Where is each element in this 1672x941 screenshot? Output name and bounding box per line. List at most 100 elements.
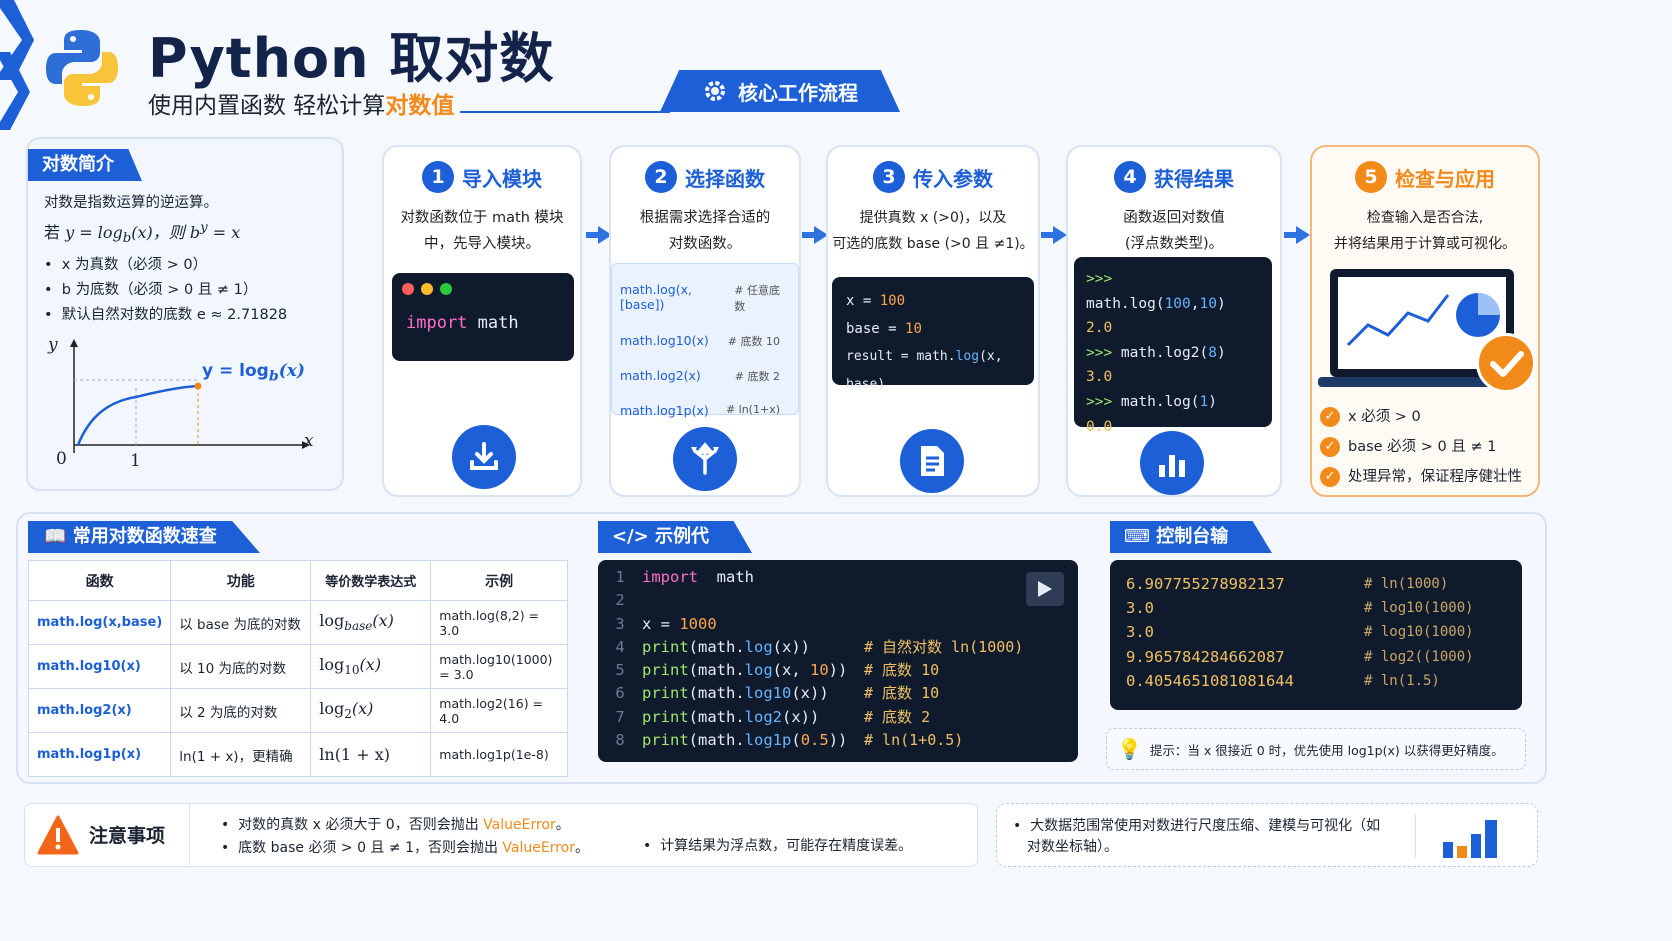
step-title: 检查与应用: [1395, 166, 1495, 191]
code-line: 5 print(math.log(x, 10)) # 底数 10: [615, 661, 940, 680]
step-result: 4 获得结果 函数返回对数值 (浮点数类型)。 >>> math.log(100,1…: [1066, 145, 1282, 497]
chevron-decoration: [0, 0, 34, 130]
function-list-item: math.log2(x) # 底数 2: [620, 368, 780, 383]
notes-list: • 对数的真数 x 必须大于 0，否则会抛出 ValueError。 • 底数 …: [221, 814, 589, 860]
intro-bullet: • 默认自然对数的底数 e ≈ 2.71828: [44, 307, 288, 323]
result-console: >>> math.log(100,10) 2.0 >>> math.log2(8…: [1074, 257, 1272, 435]
terminal-icon: ⌨: [1124, 526, 1150, 547]
log-curve-graph: [70, 339, 310, 453]
subtitle-highlight: 对数值: [385, 93, 455, 119]
console-title: ⌨ 控制台输出: [1110, 521, 1272, 553]
example-code-editor: 1 import math 2 3 x = 1000 4 print(math.log(x)…: [598, 560, 1078, 762]
table-row: math.log(x,base) 以 base 为底的对数 logbase(x) ma…: [27, 600, 568, 645]
checkmark-icon: [1476, 333, 1536, 393]
bar-chart-icon: [1443, 820, 1497, 858]
function-list: math.log(x,[base]) # 任意底数 math.log10(x) # …: [611, 263, 799, 418]
console-row: 6.907755278982137 # ln(1000): [1126, 575, 1449, 593]
function-list-item: math.log1p(x) # ln(1+x): [620, 403, 780, 418]
flow-arrow: [1284, 226, 1310, 244]
warning-icon: [37, 815, 79, 854]
code-line: 3x = 1000: [615, 614, 717, 633]
function-list-item: math.log(x,[base]) # 任意底数: [620, 282, 781, 313]
step-title: 导入模块: [462, 166, 542, 191]
step-title: 选择函数: [685, 166, 765, 191]
console-row: 3.0 # log10(1000): [1126, 599, 1474, 618]
quick-table-title: 📖 常用对数函数速查表: [28, 521, 260, 553]
page-title: Python 取对数: [148, 27, 555, 90]
step-import: 1 导入模块 对数函数位于 math 模块 中，先导入模块。 import math: [382, 145, 582, 497]
x-tick-label: 1: [130, 451, 141, 471]
notes-header: 注意事项: [25, 804, 190, 865]
tip-text: 提示：当 x 很接近 0 时，优先使用 log1p(x) 以获得更好精度。: [1149, 742, 1504, 758]
subtitle-text: 使用内置函数 轻松计算: [148, 93, 386, 119]
table-header-row: 函数 功能 等价数学表达式 示例: [27, 560, 568, 601]
note-item: • 底数 base 必须 > 0 且 ≠ 1，否则会抛出 ValueError。: [221, 840, 589, 856]
check-item: ✓ 处理异常，保证程序健壮性: [1320, 462, 1522, 492]
check-icon: ✓: [1320, 437, 1340, 457]
code-line: 6 print(math.log10(x)) # 底数 10: [615, 684, 940, 703]
table-row: math.log10(x) 以 10 为底的对数 log10(x) math.log1…: [27, 644, 568, 689]
step-choose: 2 选择函数 根据需求选择合适的 对数函数。 math.log(x,[base]) #…: [609, 145, 801, 497]
code-line: 4 print(math.log(x)) # 自然对数 ln(1000): [615, 637, 1024, 656]
function-list-item: math.log10(x) # 底数 10: [620, 333, 780, 348]
page-subtitle: 使用内置函数 轻松计算对数值: [148, 86, 454, 120]
notes-title: 注意事项: [89, 825, 166, 847]
code-line: 7 print(math.log2(x)) # 底数 2: [615, 707, 931, 726]
code-icon: </>: [612, 526, 649, 547]
check-icon: ✓: [1320, 467, 1340, 487]
lightbulb-icon: 💡: [1117, 737, 1142, 761]
table-row: math.log1p(x) ln(1 + x)，更精确 ln(1 + x) math.…: [27, 732, 568, 777]
check-item: ✓ base 必须 > 0 且 ≠ 1: [1320, 432, 1522, 462]
step-title: 传入参数: [913, 166, 993, 191]
bar-chart-icon: [1140, 431, 1204, 495]
intro-line1: 对数是指数运算的逆运算。: [44, 195, 218, 211]
intro-bullets: • x 为真数（必须 > 0） • b 为底数（必须 > 0 且 ≠ 1） • …: [44, 253, 287, 328]
code-line: 1 import math: [615, 568, 754, 586]
step-title: 获得结果: [1154, 166, 1234, 191]
console-row: 3.0 # log10(1000): [1126, 623, 1474, 642]
console-row: 9.965784284662087 # log2((1000): [1126, 647, 1474, 666]
step-number: 1: [422, 161, 454, 193]
import-code-window: import math: [392, 273, 574, 361]
step-params: 3 传入参数 提供真数 x (>0)，以及 可选的底数 base (>0 且 ≠1)…: [826, 145, 1040, 497]
curve-label: y = logb(x): [202, 361, 305, 385]
gear-icon: [705, 81, 725, 101]
python-logo-icon: [46, 30, 118, 106]
window-dots: [392, 273, 574, 305]
note-item: • 计算结果为浮点数，可能存在精度误差。: [643, 838, 913, 854]
code-line: 8 print(math.log1p(0.5)) # ln(1+0.5): [615, 731, 964, 750]
workflow-tab: 核心工作流程: [660, 70, 900, 112]
y-axis-label: y: [48, 335, 58, 355]
intro-bullet: • b 为底数（必须 > 0 且 ≠ 1）: [44, 282, 258, 298]
table-row: math.log2(x) 以 2 为底的对数 log2(x) math.log2(16…: [27, 688, 568, 733]
intro-title: 对数简介: [28, 149, 142, 181]
check-icon: ✓: [1320, 407, 1340, 427]
note-item: • 对数的真数 x 必须大于 0，否则会抛出 ValueError。: [221, 817, 570, 833]
x-axis-label: x: [304, 431, 314, 451]
note-item: • 大数据范围常使用对数进行尺度压缩、建模与可视化（如 对数坐标轴）。: [1013, 818, 1381, 855]
play-icon: [1038, 581, 1052, 597]
example-title: </> 示例代码: [598, 521, 752, 553]
origin-label: 0: [56, 449, 67, 469]
console-output: 6.907755278982137 # ln(1000) 3.0 # log10(1…: [1110, 560, 1522, 710]
split-arrows-icon: [673, 427, 737, 491]
params-code-window: x = 100 base = 10 result = math.log(x, b…: [832, 277, 1034, 392]
code-line: 2: [615, 591, 625, 610]
bigdata-note: • 大数据范围常使用对数进行尺度压缩、建模与可视化（如 对数坐标轴）。: [996, 803, 1538, 867]
check-list: ✓ x 必须 > 0 ✓ base 必须 > 0 且 ≠ 1 ✓ 处理异常，保证程序健…: [1320, 402, 1522, 492]
step-check: 5 检查与应用 检查输入是否合法, 并将结果用于计算或可视化。 ✓ x 必须 > 0 …: [1310, 145, 1540, 497]
intro-formula: 若 y = logb(x)，则 by = x: [44, 220, 241, 247]
console-row: 0.4054651081081644 # ln(1.5): [1126, 671, 1440, 690]
flow-arrow: [1041, 226, 1067, 244]
run-button[interactable]: [1026, 572, 1064, 606]
document-icon: [900, 429, 964, 493]
intro-panel: 对数简介 对数是指数运算的逆运算。 若 y = logb(x)，则 by = x…: [26, 137, 344, 491]
quick-table: 函数 功能 等价数学表达式 示例 math.log(x,base) 以 base 为底的…: [27, 560, 568, 777]
download-icon: [452, 425, 516, 489]
workflow-tab-label: 核心工作流程: [738, 80, 858, 105]
divider: [460, 111, 670, 113]
check-item: ✓ x 必须 > 0: [1320, 402, 1522, 432]
notes-panel: 注意事项 • 对数的真数 x 必须大于 0，否则会抛出 ValueError。 …: [24, 803, 978, 867]
intro-bullet: • x 为真数（必须 > 0）: [44, 257, 208, 273]
tip-box: 💡 提示：当 x 很接近 0 时，优先使用 log1p(x) 以获得更好精度。: [1106, 728, 1526, 770]
